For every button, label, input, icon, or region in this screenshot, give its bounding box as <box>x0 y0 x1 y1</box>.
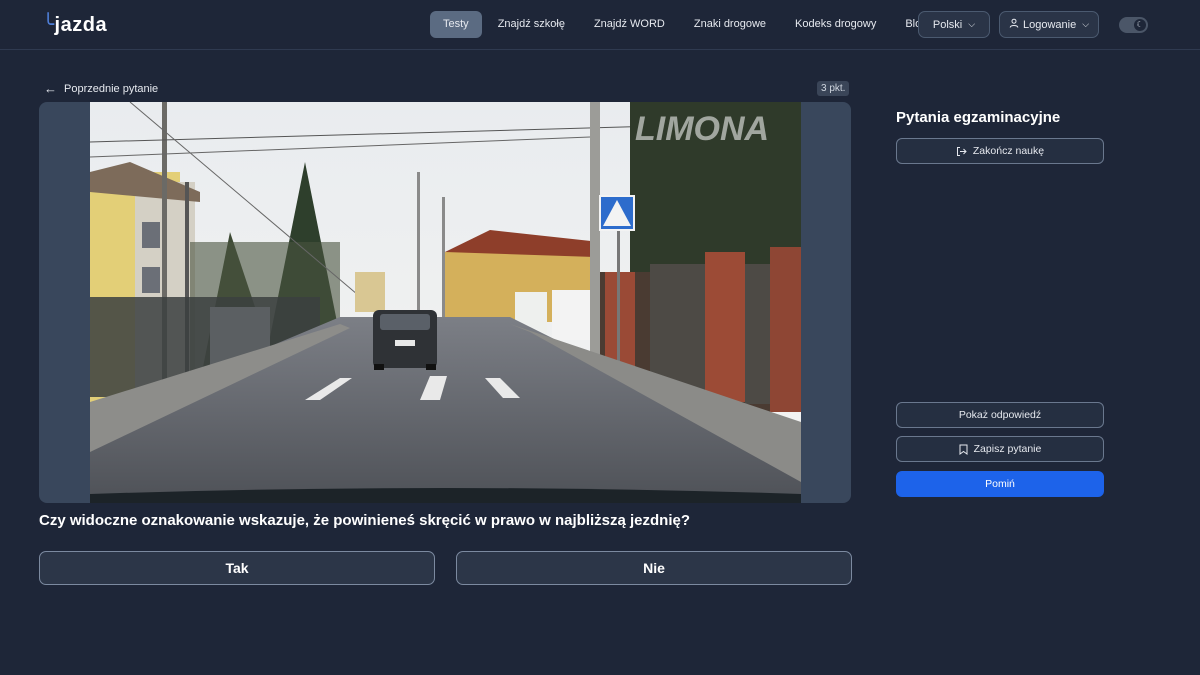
top-navbar: ╰jazda Testy Znajdź szkołę Znajdź WORD Z… <box>0 0 1200 50</box>
sidebar-title: Pytania egzaminacyjne <box>896 109 1061 126</box>
end-learning-button[interactable]: Zakończ naukę <box>896 138 1104 164</box>
main-nav: Testy Znajdź szkołę Znajdź WORD Znaki dr… <box>430 11 943 38</box>
previous-question-label: Poprzednie pytanie <box>64 82 159 95</box>
watermark-text: LIMONA <box>635 110 769 148</box>
nav-item-road-signs[interactable]: Znaki drogowe <box>681 11 779 38</box>
show-answer-label: Pokaż odpowiedź <box>958 409 1042 421</box>
login-label: Logowanie <box>1022 18 1077 31</box>
chevron-down-icon: ⌵ <box>1082 19 1090 29</box>
answer-yes-button[interactable]: Tak <box>39 551 435 585</box>
nav-item-testy[interactable]: Testy <box>430 11 482 38</box>
question-text: Czy widoczne oznakowanie wskazuje, że po… <box>39 512 691 529</box>
skip-label: Pomiń <box>985 478 1015 490</box>
save-question-label: Zapisz pytanie <box>973 443 1042 455</box>
login-button[interactable]: Logowanie ⌵ <box>999 11 1099 38</box>
show-answer-button[interactable]: Pokaż odpowiedź <box>896 402 1104 428</box>
logo-text: jazda <box>54 14 108 36</box>
points-badge: 3 pkt. <box>817 81 850 96</box>
logo[interactable]: ╰jazda <box>42 12 107 37</box>
user-icon <box>1009 18 1019 31</box>
chevron-down-icon: ⌵ <box>968 19 976 29</box>
theme-toggle[interactable]: ☾ <box>1119 17 1148 33</box>
moon-icon: ☾ <box>1134 19 1146 31</box>
skip-button[interactable]: Pomiń <box>896 471 1104 497</box>
bookmark-icon <box>959 444 968 455</box>
answer-no-button[interactable]: Nie <box>456 551 852 585</box>
logo-mark: ╰ <box>42 14 55 36</box>
nav-item-find-word[interactable]: Znajdź WORD <box>581 11 678 38</box>
language-label: Polski <box>932 18 963 31</box>
save-question-button[interactable]: Zapisz pytanie <box>896 436 1104 462</box>
end-learning-label: Zakończ naukę <box>972 145 1045 157</box>
arrow-left-icon: ← <box>44 81 57 96</box>
road-scene: LIMONA <box>90 102 801 503</box>
language-select[interactable]: Polski ⌵ <box>918 11 990 38</box>
nav-item-find-school[interactable]: Znajdź szkołę <box>485 11 578 38</box>
previous-question-link[interactable]: ← Poprzednie pytanie <box>44 81 158 96</box>
nav-item-road-code[interactable]: Kodeks drogowy <box>782 11 889 38</box>
question-image: LIMONA <box>39 102 851 503</box>
exit-icon <box>956 146 967 157</box>
